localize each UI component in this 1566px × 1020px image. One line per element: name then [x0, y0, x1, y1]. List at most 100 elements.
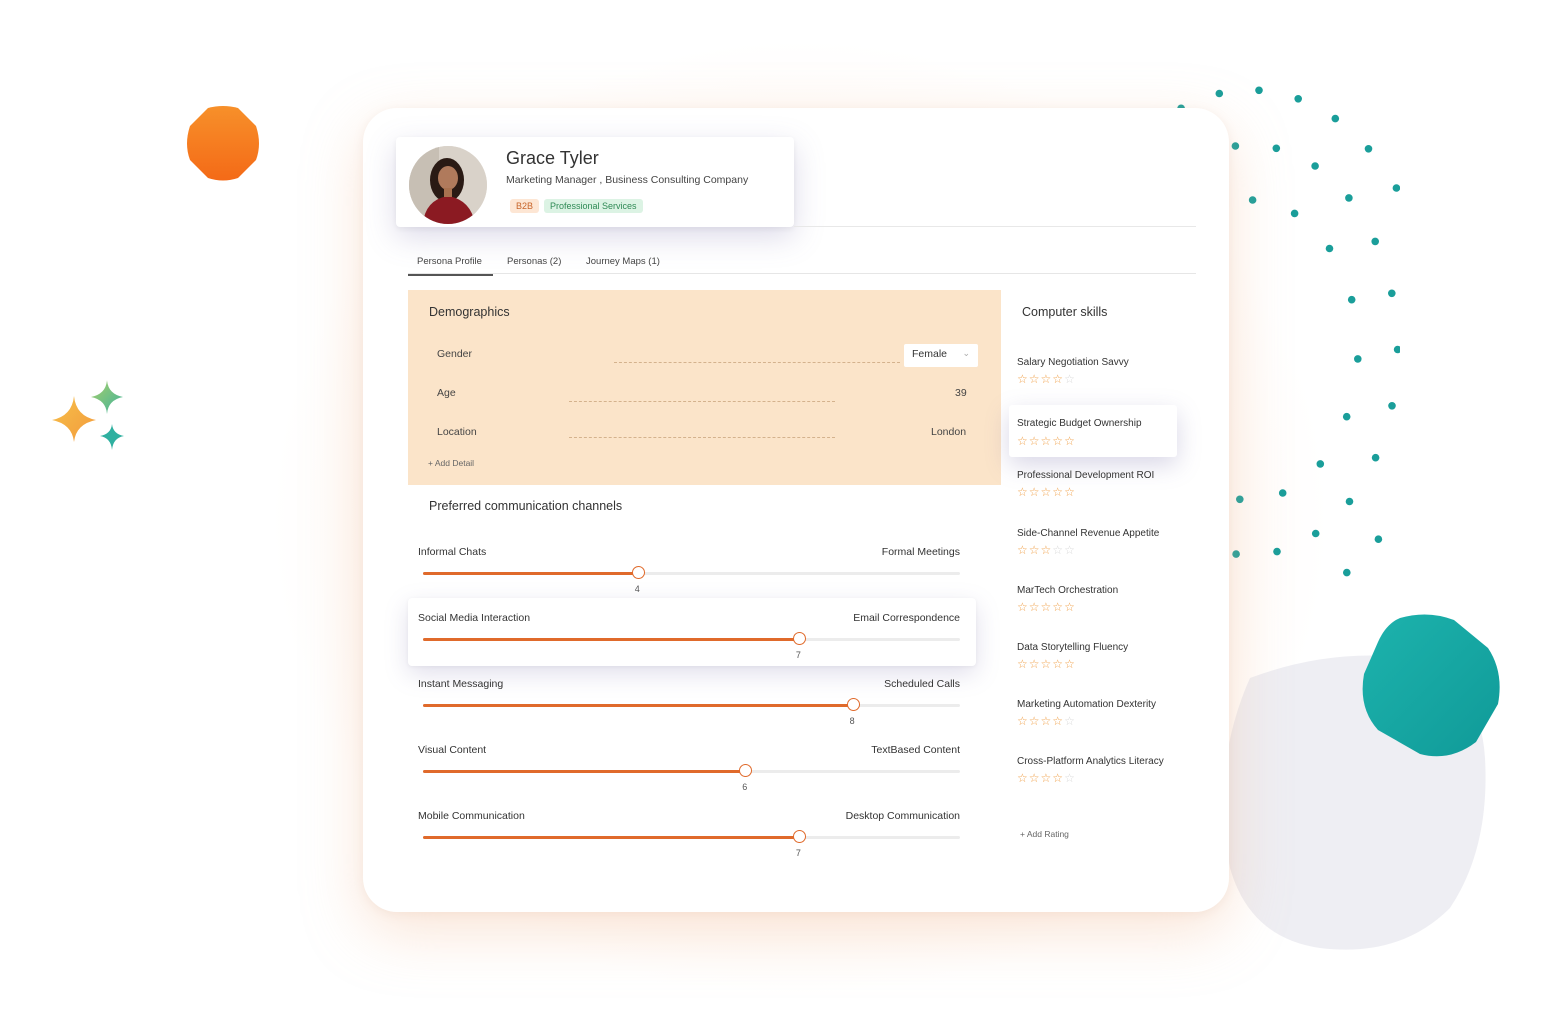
slider-track[interactable]: 7: [423, 632, 960, 660]
star-filled-icon[interactable]: ☆: [1052, 771, 1064, 785]
star-filled-icon[interactable]: ☆: [1041, 657, 1053, 671]
channel-slider[interactable]: Visual Content TextBased Content 6: [408, 730, 976, 798]
star-filled-icon[interactable]: ☆: [1029, 714, 1041, 728]
star-filled-icon[interactable]: ☆: [1029, 771, 1041, 785]
star-filled-icon[interactable]: ☆: [1064, 434, 1076, 448]
star-filled-icon[interactable]: ☆: [1064, 600, 1076, 614]
channel-slider[interactable]: Social Media Interaction Email Correspon…: [408, 598, 976, 666]
add-detail-button[interactable]: + Add Detail: [428, 458, 474, 468]
star-filled-icon[interactable]: ☆: [1052, 600, 1064, 614]
slider-handle[interactable]: [792, 830, 806, 843]
age-value[interactable]: 39: [955, 387, 967, 399]
star-filled-icon[interactable]: ☆: [1052, 372, 1064, 386]
channel-slider[interactable]: Instant Messaging Scheduled Calls 8: [408, 664, 976, 732]
avatar[interactable]: [409, 146, 487, 224]
teal-hexagon-decoration: [1362, 614, 1500, 757]
star-filled-icon[interactable]: ☆: [1041, 714, 1053, 728]
tab-personas[interactable]: Personas (2): [507, 256, 561, 267]
slider-fill: [423, 638, 799, 641]
slider-track[interactable]: 4: [423, 566, 960, 594]
dot: [1325, 244, 1334, 253]
skill-item[interactable]: Cross-Platform Analytics Literacy ☆☆☆☆☆: [1009, 750, 1177, 802]
star-filled-icon[interactable]: ☆: [1017, 771, 1029, 785]
star-rating[interactable]: ☆☆☆☆☆: [1017, 543, 1076, 557]
star-filled-icon[interactable]: ☆: [1041, 600, 1053, 614]
skill-name: Cross-Platform Analytics Literacy: [1017, 756, 1164, 767]
star-rating[interactable]: ☆☆☆☆☆: [1017, 372, 1076, 386]
star-filled-icon[interactable]: ☆: [1029, 543, 1041, 557]
star-filled-icon[interactable]: ☆: [1041, 372, 1053, 386]
channels-title: Preferred communication channels: [429, 499, 623, 513]
star-rating[interactable]: ☆☆☆☆☆: [1017, 485, 1076, 499]
star-filled-icon[interactable]: ☆: [1029, 657, 1041, 671]
slider-right-label: Email Correspondence: [853, 612, 960, 624]
star-filled-icon[interactable]: ☆: [1029, 434, 1041, 448]
slider-handle[interactable]: [846, 698, 860, 711]
star-filled-icon[interactable]: ☆: [1017, 657, 1029, 671]
dot: [1371, 453, 1380, 462]
tab-persona-profile[interactable]: Persona Profile: [408, 256, 493, 276]
skill-item[interactable]: Data Storytelling Fluency ☆☆☆☆☆: [1009, 636, 1177, 688]
tag-b2b: B2B: [510, 199, 540, 213]
gender-select[interactable]: Female ⌄: [904, 344, 978, 367]
add-rating-button[interactable]: + Add Rating: [1020, 829, 1069, 839]
star-empty-icon[interactable]: ☆: [1064, 543, 1076, 557]
star-filled-icon[interactable]: ☆: [1017, 485, 1029, 499]
star-filled-icon[interactable]: ☆: [1064, 657, 1076, 671]
skill-item[interactable]: Professional Development ROI ☆☆☆☆☆: [1009, 464, 1177, 516]
star-filled-icon[interactable]: ☆: [1064, 485, 1076, 499]
star-filled-icon[interactable]: ☆: [1017, 600, 1029, 614]
star-filled-icon[interactable]: ☆: [1017, 372, 1029, 386]
orange-hexagon-decoration: [187, 106, 259, 181]
skill-item[interactable]: Strategic Budget Ownership ☆☆☆☆☆: [1009, 405, 1177, 457]
star-filled-icon[interactable]: ☆: [1052, 485, 1064, 499]
star-empty-icon[interactable]: ☆: [1064, 714, 1076, 728]
star-rating[interactable]: ☆☆☆☆☆: [1017, 714, 1076, 728]
star-filled-icon[interactable]: ☆: [1041, 543, 1053, 557]
star-filled-icon[interactable]: ☆: [1052, 434, 1064, 448]
channel-slider[interactable]: Informal Chats Formal Meetings 4: [408, 532, 976, 600]
star-empty-icon[interactable]: ☆: [1052, 543, 1064, 557]
star-filled-icon[interactable]: ☆: [1041, 771, 1053, 785]
star-rating[interactable]: ☆☆☆☆☆: [1017, 771, 1076, 785]
slider-track[interactable]: 8: [423, 698, 960, 726]
skill-item[interactable]: MarTech Orchestration ☆☆☆☆☆: [1009, 579, 1177, 631]
star-filled-icon[interactable]: ☆: [1017, 543, 1029, 557]
star-filled-icon[interactable]: ☆: [1052, 714, 1064, 728]
star-empty-icon[interactable]: ☆: [1064, 771, 1076, 785]
star-filled-icon[interactable]: ☆: [1041, 434, 1053, 448]
channel-slider[interactable]: Mobile Communication Desktop Communicati…: [408, 796, 976, 864]
skill-name: Side-Channel Revenue Appetite: [1017, 528, 1160, 539]
tab-journey-maps[interactable]: Journey Maps (1): [586, 256, 660, 267]
slider-value: 4: [634, 584, 640, 594]
star-rating[interactable]: ☆☆☆☆☆: [1017, 600, 1076, 614]
star-filled-icon[interactable]: ☆: [1017, 714, 1029, 728]
slider-handle[interactable]: [739, 764, 753, 777]
star-filled-icon[interactable]: ☆: [1041, 485, 1053, 499]
star-empty-icon[interactable]: ☆: [1064, 372, 1076, 386]
dot: [1278, 489, 1287, 497]
location-value[interactable]: London: [931, 426, 966, 438]
star-rating[interactable]: ☆☆☆☆☆: [1017, 434, 1076, 448]
dot: [1393, 345, 1400, 354]
slider-value: 6: [742, 782, 748, 792]
star-rating[interactable]: ☆☆☆☆☆: [1017, 657, 1076, 671]
star-filled-icon[interactable]: ☆: [1029, 600, 1041, 614]
star-filled-icon[interactable]: ☆: [1052, 657, 1064, 671]
dot: [1388, 289, 1396, 298]
star-filled-icon[interactable]: ☆: [1029, 372, 1041, 386]
dot: [1290, 209, 1299, 218]
slider-track[interactable]: 7: [423, 830, 960, 858]
tab-bar: Persona Profile Personas (2) Journey Map…: [408, 253, 1196, 276]
star-filled-icon[interactable]: ☆: [1017, 434, 1029, 448]
slider-track[interactable]: 6: [423, 764, 960, 792]
slider-handle[interactable]: [792, 632, 806, 645]
dot: [1248, 196, 1257, 204]
slider-handle[interactable]: [631, 566, 645, 579]
dot: [1347, 295, 1356, 304]
skill-name: Salary Negotiation Savvy: [1017, 357, 1129, 368]
skill-item[interactable]: Marketing Automation Dexterity ☆☆☆☆☆: [1009, 693, 1177, 745]
skill-item[interactable]: Side-Channel Revenue Appetite ☆☆☆☆☆: [1009, 522, 1177, 574]
star-filled-icon[interactable]: ☆: [1029, 485, 1041, 499]
skill-item[interactable]: Salary Negotiation Savvy ☆☆☆☆☆: [1009, 351, 1177, 403]
